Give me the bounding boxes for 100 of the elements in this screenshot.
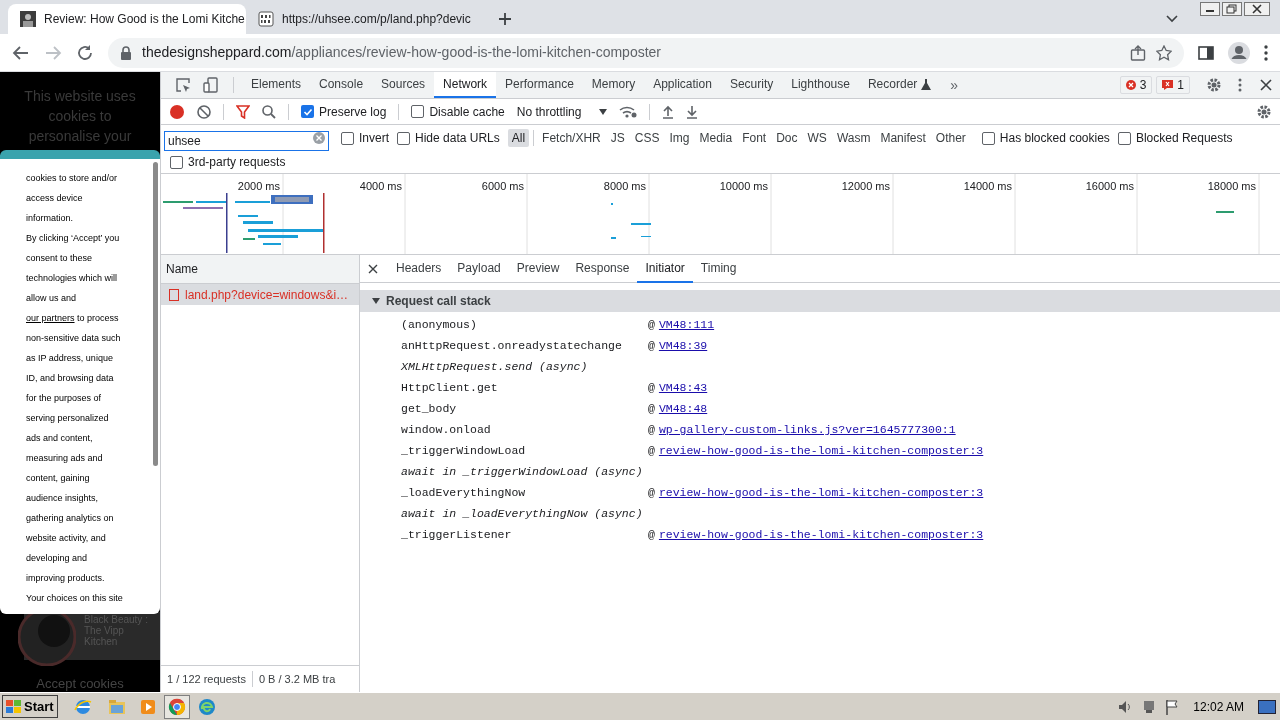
address-bar[interactable]: thedesignsheppard.com/appliances/review-how-good-is-the-lomi-kitchen-composter (108, 37, 1184, 68)
checkbox[interactable] (170, 155, 183, 169)
flag-icon[interactable] (1165, 698, 1180, 715)
type-filter-button[interactable]: Other (931, 129, 970, 147)
panel-tab[interactable]: Recorder (858, 72, 941, 98)
more-tabs-button[interactable]: » (940, 74, 969, 96)
at-sign: @ (648, 316, 655, 333)
source-link[interactable]: VM48:43 (658, 378, 708, 397)
checkbox-label: Preserve log (319, 103, 387, 121)
issue-counter[interactable]: 1 (1156, 76, 1190, 94)
new-tab-icon[interactable] (498, 12, 512, 26)
type-filter-button[interactable]: Wasm (832, 129, 875, 147)
checkbox[interactable] (301, 105, 314, 118)
edge-icon[interactable] (197, 697, 216, 716)
start-button[interactable]: Start (2, 695, 58, 718)
settings-icon[interactable] (1206, 77, 1222, 93)
consent-text: access device (26, 192, 84, 205)
network-conditions-icon[interactable] (619, 104, 638, 119)
source-link[interactable]: VM48:48 (658, 399, 708, 418)
close-icon[interactable] (368, 263, 378, 274)
panel-tab[interactable]: Console (310, 72, 373, 98)
panel-tab[interactable]: Lighthouse (782, 72, 859, 98)
clear-icon[interactable] (197, 104, 211, 119)
share-icon[interactable] (1130, 44, 1146, 61)
type-filter-button[interactable]: Fetch/XHR (538, 129, 605, 147)
star-icon[interactable] (1156, 44, 1172, 61)
clear-icon[interactable] (313, 132, 325, 144)
panel-tab[interactable]: Elements (242, 72, 311, 98)
checkbox[interactable] (341, 131, 354, 145)
type-filter-button[interactable]: WS (803, 129, 831, 147)
restore-icon[interactable] (1222, 2, 1242, 16)
detail-tab[interactable]: Response (567, 254, 638, 283)
minimize-icon[interactable] (1200, 2, 1220, 16)
source-link[interactable]: review-how-good-is-the-lomi-kitchen-composter:3 (658, 441, 984, 460)
tick-label: 14000 ms (963, 179, 1012, 194)
type-filter-button[interactable]: Font (738, 129, 771, 147)
lock-icon[interactable] (120, 45, 132, 60)
request-row[interactable]: land.php?device=windows&i… (161, 284, 359, 305)
error-counter[interactable]: 3 (1119, 76, 1153, 94)
panel-tab[interactable]: Application (644, 72, 721, 98)
close-icon[interactable] (1244, 2, 1270, 16)
filter-field[interactable]: uhsee (164, 131, 329, 151)
scrollbar[interactable] (153, 162, 158, 466)
reload-icon[interactable] (76, 43, 94, 62)
tick-label: 2000 ms (237, 179, 280, 194)
device-icon[interactable] (203, 77, 219, 93)
more-icon[interactable] (1238, 78, 1242, 92)
type-filter-button[interactable]: Media (695, 129, 737, 147)
search-icon[interactable] (262, 104, 276, 119)
source-link[interactable]: VM48:111 (658, 315, 715, 334)
upload-icon[interactable] (662, 104, 675, 119)
type-filter-button[interactable]: Doc (772, 129, 802, 147)
detail-tab[interactable]: Initiator (637, 254, 693, 283)
browser-tab[interactable]: Review: How Good is the Lomi Kitche (8, 4, 246, 34)
checkbox[interactable] (981, 131, 995, 145)
show-desktop-icon[interactable] (1258, 699, 1276, 714)
record-icon[interactable] (169, 103, 185, 120)
browser-icon[interactable] (73, 697, 92, 716)
profile-icon[interactable] (1228, 41, 1250, 64)
panel-tab[interactable]: Performance (496, 72, 583, 98)
detail-tab[interactable]: Timing (692, 254, 745, 283)
settings-icon[interactable] (1256, 103, 1272, 120)
source-link[interactable]: review-how-good-is-the-lomi-kitchen-composter:3 (658, 483, 984, 502)
detail-tab[interactable]: Payload (449, 254, 509, 283)
heading-text: This website uses (24, 87, 136, 106)
checkbox[interactable] (411, 105, 425, 118)
checkbox[interactable] (397, 131, 410, 145)
back-icon[interactable] (12, 44, 30, 61)
type-filter-button[interactable]: JS (606, 129, 629, 147)
close-icon[interactable] (1260, 79, 1272, 91)
checkbox[interactable] (1117, 131, 1131, 145)
function-name: (anonymous) (401, 316, 478, 333)
menu-icon[interactable] (1264, 44, 1268, 61)
source-link[interactable]: VM48:39 (658, 336, 708, 355)
panel-tab[interactable]: Network (434, 72, 497, 98)
source-link[interactable]: review-how-good-is-the-lomi-kitchen-composter:3 (658, 525, 984, 544)
partners-link[interactable]: our partners (26, 308, 75, 328)
tick-label: 16000 ms (1085, 179, 1134, 194)
throttling-dropdown[interactable]: No throttling (516, 102, 608, 121)
type-filter-button[interactable]: All (507, 129, 530, 147)
panel-tab[interactable]: Memory (582, 72, 645, 98)
filter-icon[interactable] (236, 104, 250, 119)
inspect-icon[interactable] (175, 77, 191, 93)
type-filter-button[interactable]: Manifest (876, 129, 930, 147)
consent-text: gathering analytics on (26, 512, 115, 525)
status-text: 0 B / 3.2 MB tra (257, 671, 337, 687)
taskbar-button[interactable] (163, 694, 190, 719)
detail-tab[interactable]: Headers (388, 254, 450, 283)
detail-tab[interactable]: Preview (508, 254, 568, 283)
type-filter-button[interactable]: CSS (630, 129, 664, 147)
panel-tab[interactable]: Security (720, 72, 783, 98)
download-icon[interactable] (686, 104, 699, 119)
side-panel-icon[interactable] (1198, 44, 1214, 61)
source-link[interactable]: wp-gallery-custom-links.js?ver=1645777300:1 (658, 420, 956, 439)
at-sign: @ (648, 421, 655, 438)
type-filter-button[interactable]: Img (665, 129, 694, 147)
panel-tab[interactable]: Sources (372, 72, 435, 98)
issue-count: 1 (1177, 77, 1184, 94)
section-header[interactable]: Request call stack (360, 290, 1280, 312)
chevron-down-icon[interactable] (1166, 15, 1178, 23)
